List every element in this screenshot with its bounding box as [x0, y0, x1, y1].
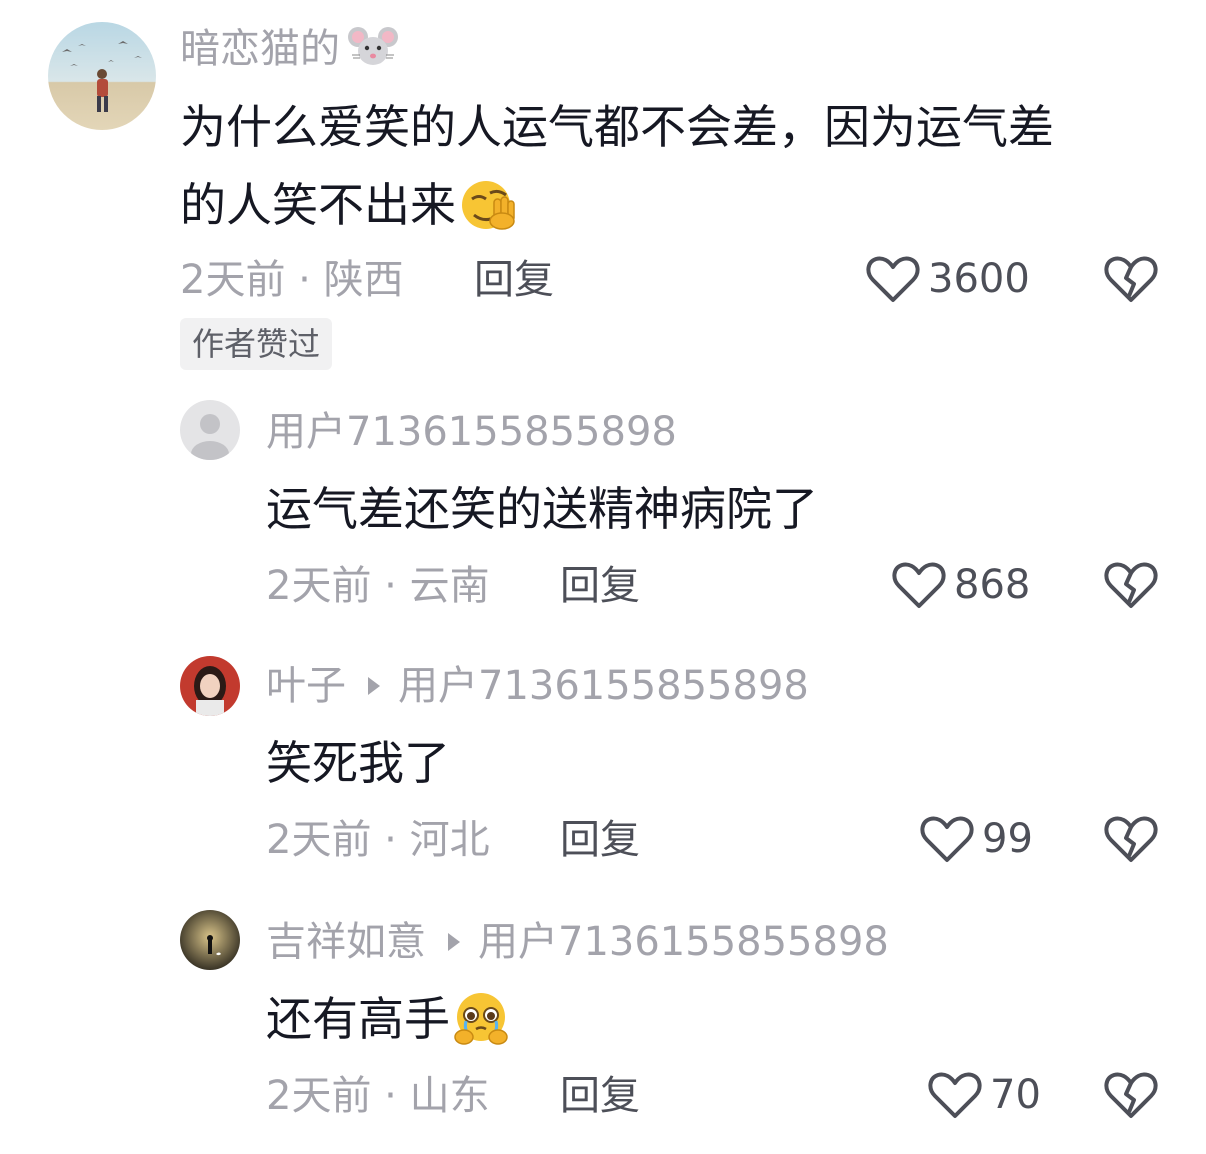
- like-count: 70: [990, 1072, 1041, 1118]
- reply-text: 还有高手: [266, 980, 512, 1068]
- like-count: 3600: [928, 256, 1030, 302]
- reply-target-username[interactable]: 用户7136155855898: [398, 663, 809, 709]
- like-count: 868: [954, 562, 1031, 608]
- dislike-button[interactable]: [1104, 814, 1158, 868]
- heart-icon: [892, 562, 946, 608]
- username-text: 暗恋猫的: [180, 26, 340, 72]
- avatar[interactable]: [180, 656, 240, 716]
- mouse-face-icon: [348, 27, 398, 78]
- face-with-hand-over-eyes-icon: [456, 176, 518, 254]
- broken-heart-icon: [1104, 1072, 1158, 1118]
- reply-time-location: 2天前 · 云南: [266, 563, 490, 609]
- reply-text: 运气差还笑的送精神病院了: [266, 482, 818, 536]
- reply-button[interactable]: 回复: [560, 562, 640, 610]
- avatar[interactable]: [180, 910, 240, 970]
- reply-arrow-icon: [448, 933, 460, 951]
- avatar[interactable]: [180, 400, 240, 460]
- author-liked-badge: 作者赞过: [180, 318, 333, 370]
- broken-heart-icon: [1104, 562, 1158, 608]
- like-button[interactable]: 3600: [866, 254, 1030, 304]
- like-button[interactable]: 70: [928, 1070, 1041, 1120]
- comment-text-segment: 的人笑不出来: [180, 178, 456, 232]
- broken-heart-icon: [1104, 256, 1158, 302]
- username[interactable]: 暗恋猫的: [180, 24, 398, 79]
- dislike-button[interactable]: [1104, 560, 1158, 614]
- dislike-button[interactable]: [1104, 1070, 1158, 1124]
- heart-icon: [920, 816, 974, 862]
- reply-time-location: 2天前 · 山东: [266, 1073, 490, 1119]
- heart-icon: [866, 256, 920, 302]
- username[interactable]: 吉祥如意: [266, 919, 426, 965]
- comment-time-location: 2天前 · 陕西: [180, 257, 404, 303]
- like-button[interactable]: 99: [920, 814, 1033, 864]
- broken-heart-icon: [1104, 816, 1158, 862]
- reply-arrow-icon: [368, 677, 380, 695]
- comment-text-line: 的人笑不出来: [180, 166, 1054, 254]
- like-count: 99: [982, 816, 1033, 862]
- dislike-button[interactable]: [1104, 254, 1158, 308]
- reply-button[interactable]: 回复: [474, 256, 554, 304]
- heart-icon: [928, 1072, 982, 1118]
- avatar[interactable]: [48, 22, 156, 130]
- reply-time-location: 2天前 · 河北: [266, 817, 490, 863]
- reply-text-segment: 还有高手: [266, 992, 450, 1046]
- username[interactable]: 用户7136155855898: [266, 408, 677, 456]
- username[interactable]: 叶子: [266, 663, 346, 709]
- reply-button[interactable]: 回复: [560, 816, 640, 864]
- comment-text: 为什么爱笑的人运气都不会差，因为运气差 的人笑不出来: [180, 88, 1054, 254]
- reply-target-username[interactable]: 用户7136155855898: [478, 919, 889, 965]
- reply-text: 笑死我了: [266, 736, 450, 790]
- pleading-crying-face-icon: [450, 990, 512, 1068]
- comment-text-line: 为什么爱笑的人运气都不会差，因为运气差: [180, 100, 1054, 154]
- reply-button[interactable]: 回复: [560, 1072, 640, 1120]
- username-with-reply-target: 叶子 用户7136155855898: [266, 662, 809, 710]
- like-button[interactable]: 868: [892, 560, 1030, 610]
- username-with-reply-target: 吉祥如意 用户7136155855898: [266, 918, 889, 966]
